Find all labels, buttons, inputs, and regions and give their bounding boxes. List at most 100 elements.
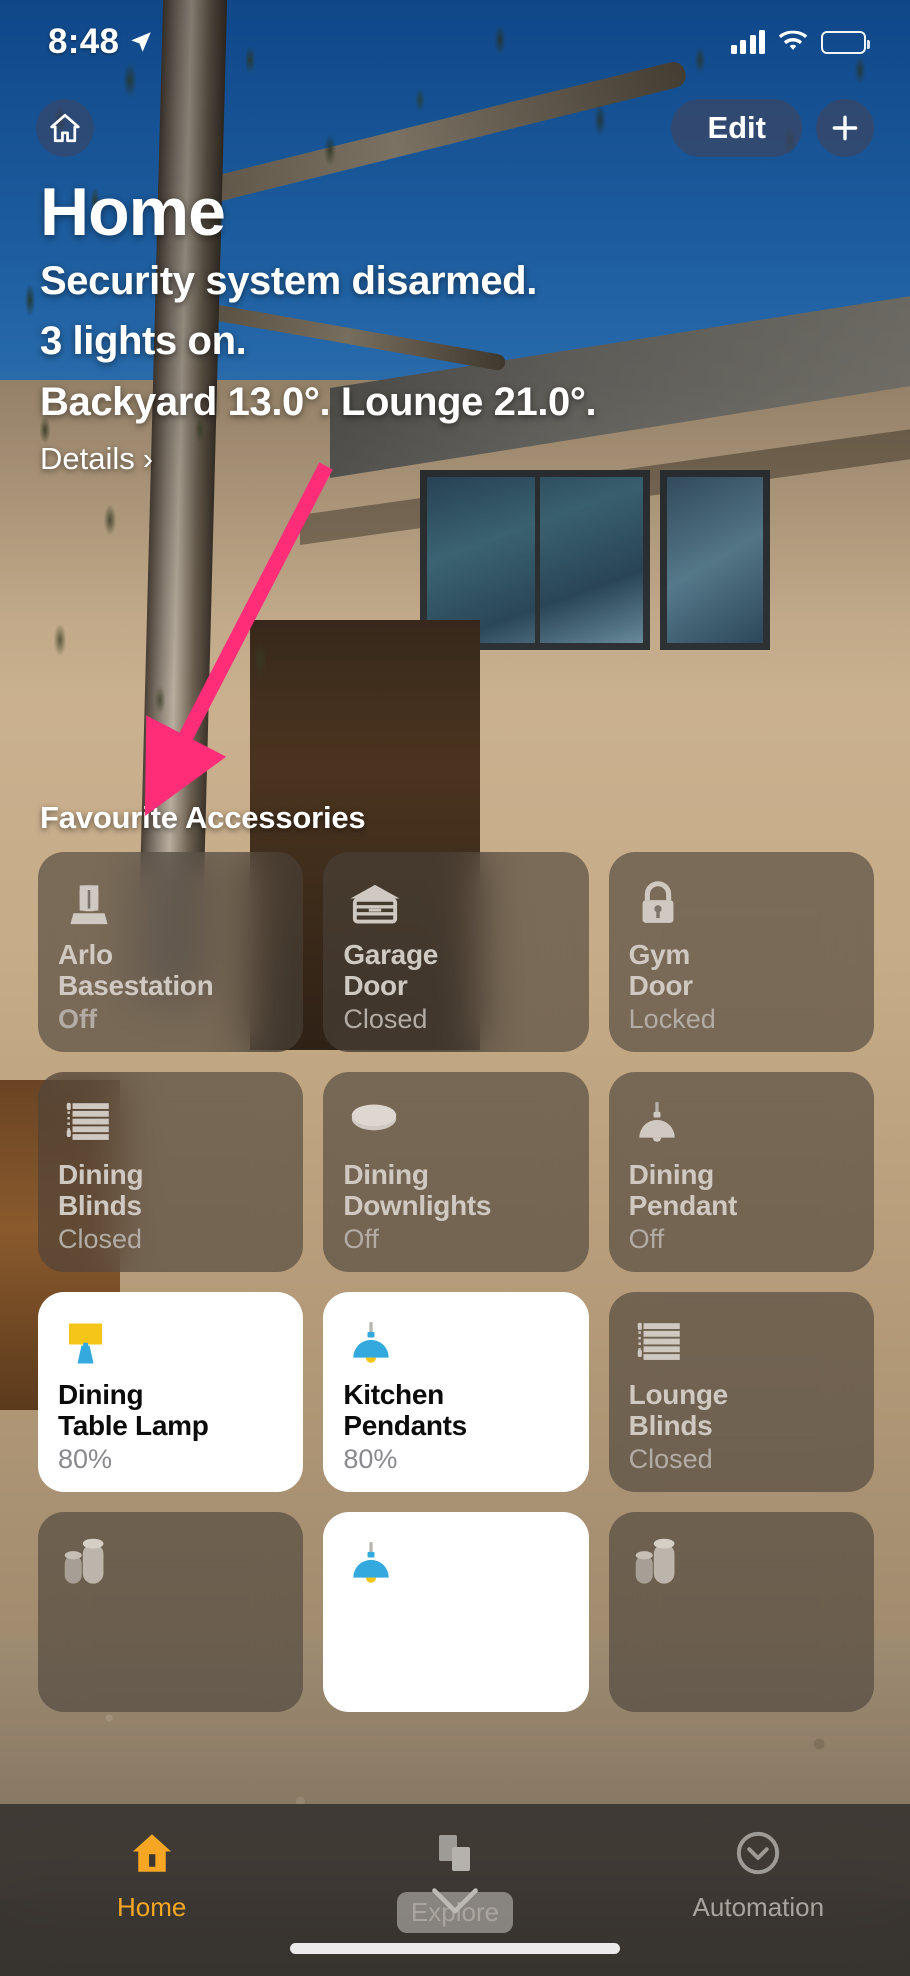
accessory-tile-name-line: Basestation [58, 970, 214, 1002]
accessory-tile-name-line: Door [343, 970, 408, 1002]
tab-automation[interactable]: Automation [607, 1824, 910, 1923]
accessory-tile[interactable]: Dining Blinds Closed [38, 1072, 304, 1272]
accessory-tile-state: Closed [343, 1003, 428, 1034]
accessory-tile-icon [58, 874, 283, 936]
accessory-tile-text: Lounge Blinds Closed [629, 1379, 854, 1474]
cellular-signal-icon [730, 30, 765, 54]
accessory-tile-name-line: Dining [58, 1159, 144, 1191]
chevron-right-icon: › [142, 441, 154, 477]
blinds-icon [66, 1102, 109, 1140]
speaker-icon [64, 1538, 104, 1584]
automation-chevron-circle-icon [733, 1824, 783, 1882]
accessory-tile-name-line: Kitchen [343, 1379, 444, 1411]
accessory-tile-icon [343, 1534, 568, 1596]
accessory-tile-name-line: Arlo [58, 939, 113, 971]
accessory-tile[interactable]: Dining Downlights Off [323, 1072, 589, 1272]
accessory-tile-name-line: Table Lamp [58, 1410, 209, 1442]
accessory-tile-name-line: Garage [343, 939, 439, 971]
accessory-tile[interactable]: Dining Table Lamp 80% [38, 1292, 304, 1492]
accessory-tile-icon [58, 1314, 283, 1376]
accessory-tile-text [343, 1692, 568, 1694]
accessory-tile-name-line: Blinds [628, 1410, 713, 1442]
tab-home-label: Home [116, 1892, 187, 1922]
add-button[interactable] [816, 99, 874, 157]
accessory-tile-name-line: Pendant [628, 1190, 738, 1222]
accessory-tile-state: Off [343, 1223, 379, 1254]
accessory-tile-icon [629, 874, 854, 936]
wifi-icon [778, 30, 808, 50]
accessory-tile-name: Dining Pendant [629, 1159, 854, 1222]
top-nav-row: Edit [0, 96, 910, 160]
accessory-tile-name-line: Dining [628, 1159, 715, 1191]
accessory-tile-text: Kitchen Pendants 80% [343, 1379, 568, 1474]
status-bar: 8:48 [0, 0, 910, 84]
status-line-3: Backyard 13.0°. Lounge 21.0°. [40, 379, 597, 424]
edit-button[interactable]: Edit [671, 99, 802, 157]
accessory-tile-text: Dining Blinds Closed [58, 1159, 283, 1254]
accessory-tile[interactable]: Dining Pendant Off [608, 1072, 874, 1272]
accessory-tile-name: Kitchen Pendants [343, 1379, 568, 1442]
accessory-tile[interactable]: Gym Door Locked [608, 852, 874, 1052]
home-app-screen: 8:48 Edit Home Security system disarmed.… [0, 0, 910, 1976]
accessory-tile-state: Off [58, 1003, 97, 1034]
accessory-tile[interactable]: Garage Door Closed [323, 852, 589, 1052]
accessory-tile-icon [58, 1534, 283, 1596]
details-link-label: Details [40, 441, 135, 477]
accessory-tile-icon [343, 1314, 568, 1376]
basestation-icon [70, 885, 108, 925]
location-arrow-icon [131, 32, 152, 52]
accessory-tile-name: Gym Door [629, 939, 854, 1002]
accessories-grid: Arlo Basestation Off Garage Door Closed Gy… [38, 852, 874, 1712]
pendant-icon [353, 1322, 390, 1363]
explore-squares-icon [431, 1824, 479, 1882]
accessory-tile-text: Arlo Basestation Off [58, 939, 283, 1034]
accessory-tile[interactable]: Lounge Blinds Closed [608, 1292, 874, 1492]
accessory-tile-state: Off [628, 1223, 665, 1254]
accessory-tile-name-line: Pendants [343, 1410, 467, 1442]
accessory-tile-state: Closed [58, 1223, 143, 1254]
accessory-tile-text [629, 1692, 854, 1694]
details-link[interactable]: Details › [40, 441, 153, 477]
accessory-tile[interactable] [38, 1512, 304, 1712]
accessory-tile-name: Arlo Basestation [58, 939, 283, 1002]
accessory-tile-name-line: Dining [343, 1159, 429, 1191]
accessory-tile[interactable] [608, 1512, 874, 1712]
accessory-tile-state: Closed [628, 1443, 713, 1474]
house-icon [50, 113, 80, 143]
accessory-tile-state: 80% [343, 1443, 398, 1474]
accessory-tile-name: Dining Downlights [343, 1159, 568, 1222]
downlight-icon [352, 1104, 397, 1131]
accessory-tile-name: Garage Door [343, 939, 568, 1002]
accessory-tile-name-line: Door [628, 970, 693, 1002]
accessory-tile-state: Locked [628, 1003, 716, 1034]
accessory-tile-icon [629, 1534, 854, 1596]
accessory-tile-name: Dining Blinds [58, 1159, 283, 1222]
pendant-icon [353, 1542, 390, 1583]
accessory-tile-text: Gym Door Locked [629, 939, 854, 1034]
accessory-tile-text: Garage Door Closed [343, 939, 568, 1034]
favourite-accessories-title: Favourite Accessories [40, 800, 366, 835]
lock-icon [642, 881, 674, 923]
status-line-2: 3 lights on. [40, 319, 247, 364]
accessory-tile-name-line: Blinds [58, 1190, 142, 1222]
status-line-1: Security system disarmed. [40, 259, 537, 304]
bottom-tab-bar: Home Explore Automation [0, 1804, 910, 1976]
accessory-tile-text: Dining Table Lamp 80% [58, 1379, 283, 1474]
accessory-tile-name: Dining Table Lamp [58, 1379, 283, 1442]
pendant-icon [638, 1102, 675, 1142]
accessory-tile-icon [629, 1314, 854, 1376]
accessory-tile[interactable]: Arlo Basestation Off [38, 852, 304, 1052]
accessory-tile[interactable] [323, 1512, 589, 1712]
tab-home[interactable]: Home [0, 1824, 303, 1923]
chevron-down-icon[interactable] [427, 1886, 483, 1918]
accessory-tile[interactable]: Kitchen Pendants 80% [323, 1292, 589, 1492]
status-bar-time: 8:48 [48, 22, 120, 61]
accessory-tile-text: Dining Pendant Off [629, 1159, 854, 1254]
house-menu-button[interactable] [36, 99, 94, 157]
speaker-icon [635, 1538, 675, 1584]
garage-door-icon [350, 884, 400, 924]
accessory-tile-icon [343, 874, 568, 936]
accessory-tile-icon [629, 1094, 854, 1156]
edit-button-label: Edit [707, 110, 766, 145]
accessory-tile-state: 80% [58, 1443, 113, 1474]
